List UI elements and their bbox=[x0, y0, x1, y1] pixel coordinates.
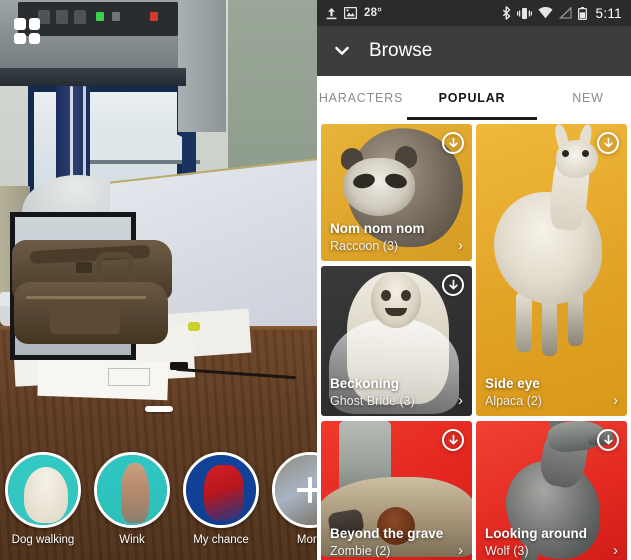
card-meta: Looking around Wolf (3) › bbox=[476, 520, 627, 560]
grid-cell bbox=[28, 18, 40, 30]
download-circle-icon[interactable] bbox=[442, 274, 464, 296]
grid-cell bbox=[14, 32, 26, 44]
card-title: Beyond the grave bbox=[330, 526, 444, 542]
effect-item-more[interactable]: More bbox=[272, 452, 317, 546]
spiderman-thumbnail[interactable] bbox=[183, 452, 259, 528]
tab-label: NEW bbox=[572, 91, 604, 105]
more-thumbnail[interactable] bbox=[272, 452, 317, 528]
image-icon bbox=[344, 7, 357, 19]
battery-icon bbox=[577, 6, 587, 20]
vibrate-icon bbox=[516, 7, 532, 20]
clock: 5:11 bbox=[595, 5, 622, 21]
tab-label: CHARACTERS bbox=[317, 91, 404, 105]
card-subtitle: Zombie (2) bbox=[330, 543, 391, 558]
card-looking-around[interactable]: Looking around Wolf (3) › bbox=[476, 421, 627, 560]
card-title: Side eye bbox=[485, 376, 540, 392]
tab-label: POPULAR bbox=[438, 91, 506, 105]
app-bar: Browse bbox=[317, 26, 631, 76]
chevron-right-icon[interactable]: › bbox=[458, 543, 463, 558]
effect-label: Dog walking bbox=[11, 534, 75, 546]
card-subtitle: Ghost Bride (3) bbox=[330, 393, 415, 408]
tab-new[interactable]: NEW bbox=[545, 76, 631, 120]
effect-label: Wink bbox=[119, 534, 145, 546]
card-meta: Beyond the grave Zombie (2) › bbox=[321, 520, 472, 560]
card-column-right: Side eye Alpaca (2) › Looking around Wol… bbox=[476, 124, 627, 560]
grid-2x2-icon[interactable] bbox=[14, 18, 40, 44]
card-title: Looking around bbox=[485, 526, 587, 542]
page-title: Browse bbox=[369, 40, 433, 61]
tab-characters[interactable]: CHARACTERS bbox=[317, 76, 402, 120]
download-circle-icon[interactable] bbox=[442, 132, 464, 154]
camera-viewfinder[interactable]: Dog walking Wink My chance Mor bbox=[0, 0, 317, 560]
status-bar: 28° 5:11 bbox=[317, 0, 631, 26]
card-subtitle: Alpaca (2) bbox=[485, 393, 542, 408]
chevron-down-icon[interactable] bbox=[333, 42, 351, 60]
grid-cell bbox=[28, 32, 40, 44]
effect-item-my-chance[interactable]: My chance bbox=[183, 452, 259, 546]
wifi-icon bbox=[537, 7, 553, 19]
plus-icon bbox=[297, 477, 317, 503]
effect-label: My chance bbox=[193, 534, 249, 546]
card-title: Beckoning bbox=[330, 376, 400, 392]
chevron-right-icon[interactable]: › bbox=[458, 238, 463, 253]
card-meta: Beckoning Ghost Bride (3) › bbox=[321, 370, 472, 416]
drag-handle[interactable] bbox=[144, 406, 173, 412]
effect-item-wink[interactable]: Wink bbox=[94, 452, 170, 546]
chevron-right-icon[interactable]: › bbox=[613, 543, 618, 558]
effect-label: More bbox=[296, 534, 317, 546]
download-circle-icon[interactable] bbox=[442, 429, 464, 451]
card-column-left: Nom nom nom Raccoon (3) › Beckoning Ghos… bbox=[321, 124, 472, 560]
card-subtitle: Raccoon (3) bbox=[330, 238, 399, 253]
download-circle-icon[interactable] bbox=[597, 429, 619, 451]
tab-bar[interactable]: CHARACTERS POPULAR NEW bbox=[317, 76, 631, 120]
chevron-right-icon[interactable]: › bbox=[613, 393, 618, 408]
card-side-eye[interactable]: Side eye Alpaca (2) › bbox=[476, 124, 627, 416]
card-title: Nom nom nom bbox=[330, 221, 425, 237]
card-beyond-the-grave[interactable]: Beyond the grave Zombie (2) › bbox=[321, 421, 472, 560]
effects-carousel[interactable]: Dog walking Wink My chance Mor bbox=[0, 450, 317, 560]
temperature-indicator: 28° bbox=[364, 7, 382, 19]
card-nom-nom-nom[interactable]: Nom nom nom Raccoon (3) › bbox=[321, 124, 472, 261]
dog-thumbnail[interactable] bbox=[5, 452, 81, 528]
chevron-right-icon[interactable]: › bbox=[458, 393, 463, 408]
effect-item-dog-walking[interactable]: Dog walking bbox=[5, 452, 81, 546]
card-grid[interactable]: Nom nom nom Raccoon (3) › Beckoning Ghos… bbox=[317, 120, 631, 560]
card-subtitle: Wolf (3) bbox=[485, 543, 529, 558]
download-circle-icon[interactable] bbox=[597, 132, 619, 154]
browse-panel: 28° 5:11 Browse CHARACTERS POPULAR NEW N… bbox=[317, 0, 631, 560]
card-meta: Nom nom nom Raccoon (3) › bbox=[321, 215, 472, 261]
tab-popular[interactable]: POPULAR bbox=[399, 76, 545, 120]
bluetooth-icon bbox=[502, 6, 511, 20]
woman-thumbnail[interactable] bbox=[94, 452, 170, 528]
grid-cell bbox=[14, 18, 26, 30]
card-meta: Side eye Alpaca (2) › bbox=[476, 370, 627, 416]
signal-off-icon bbox=[558, 7, 572, 19]
card-beckoning[interactable]: Beckoning Ghost Bride (3) › bbox=[321, 266, 472, 416]
screenshot-root: Dog walking Wink My chance Mor 28° 5:11 … bbox=[0, 0, 631, 560]
upload-icon bbox=[326, 7, 337, 20]
